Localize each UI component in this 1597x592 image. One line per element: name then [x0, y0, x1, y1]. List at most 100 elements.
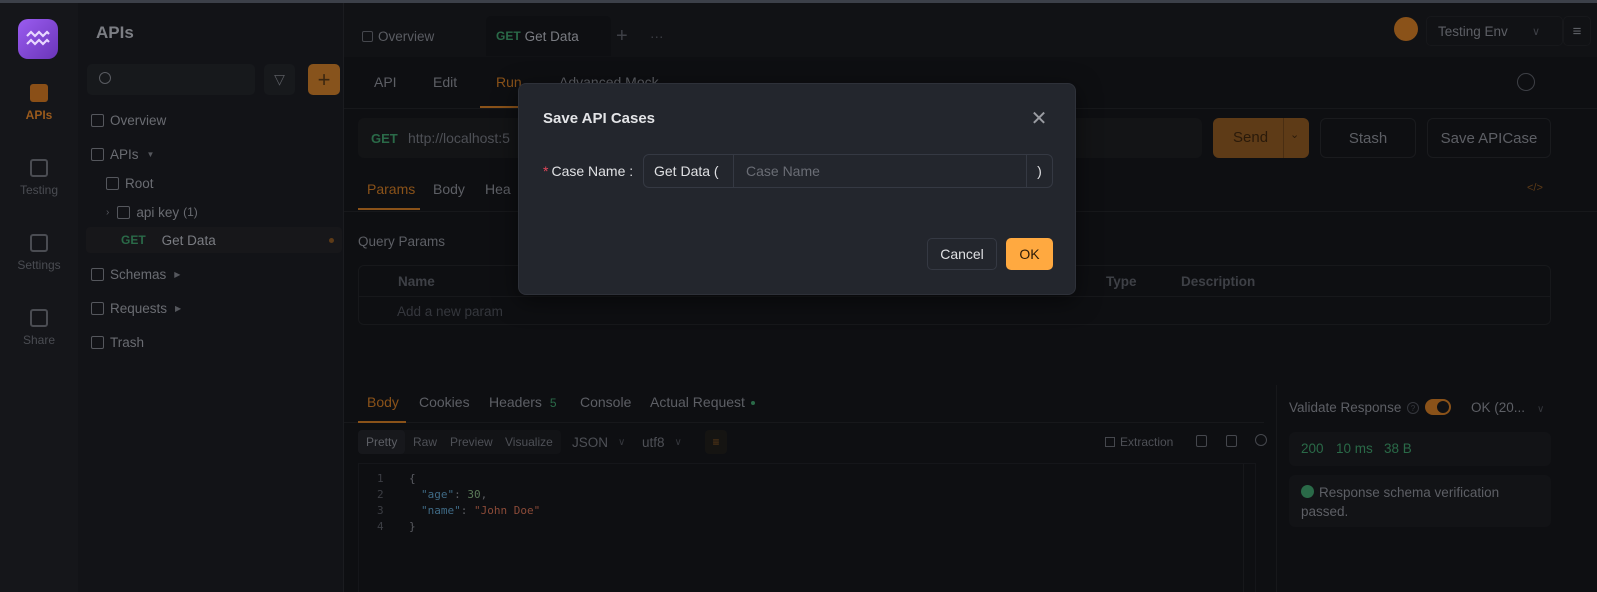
response-size: 38 B: [1384, 441, 1412, 456]
case-name-label: * Case Name :: [543, 163, 634, 179]
view-preview[interactable]: Preview: [442, 430, 501, 454]
response-time: 10 ms: [1336, 441, 1373, 456]
sidebar-item-root[interactable]: Root: [78, 170, 344, 196]
close-button[interactable]: ✕: [1027, 106, 1051, 130]
resptab-console[interactable]: Console: [580, 394, 631, 410]
plus-icon: +: [317, 66, 331, 92]
send-button[interactable]: Send ⌄: [1213, 118, 1309, 158]
reqtab-params[interactable]: Params: [367, 181, 415, 197]
sidebar-item-overview[interactable]: Overview: [78, 107, 344, 133]
response-body-editor[interactable]: 1 2 3 4 { "age": 30, "name": "John Doe" …: [358, 463, 1256, 592]
validate-panel: Validate Response ? OK (20... ∨ 200 10 ms…: [1276, 385, 1597, 592]
extraction-icon: [1105, 437, 1115, 447]
validate-toggle[interactable]: [1425, 399, 1451, 415]
add-param-input[interactable]: Add a new param: [397, 304, 503, 319]
sync-icon[interactable]: [1394, 17, 1418, 41]
caret-down-icon: ▼: [146, 149, 155, 159]
chevron-down-icon: ∨: [674, 436, 682, 448]
subtab-api[interactable]: API: [374, 74, 397, 90]
view-pretty[interactable]: Pretty: [358, 430, 406, 454]
dialog-title: Save API Cases: [543, 110, 656, 127]
status-select[interactable]: OK (20... ∨: [1471, 400, 1544, 415]
schemas-icon: [91, 267, 104, 281]
chevron-down-icon: ∨: [618, 436, 626, 448]
sidebar-item-requests[interactable]: Requests ▶: [78, 295, 344, 321]
rail-item-testing[interactable]: Testing: [0, 159, 78, 197]
reqtab-body[interactable]: Body: [433, 181, 465, 197]
active-reqtab-indicator: [358, 208, 420, 210]
apis-folder-icon: [91, 147, 104, 161]
view-raw[interactable]: Raw: [405, 430, 445, 454]
nav-rail: APIs Testing Settings Share: [0, 3, 78, 592]
cancel-button[interactable]: Cancel: [927, 238, 997, 270]
stash-button[interactable]: Stash: [1320, 118, 1416, 158]
overview-icon: [91, 113, 104, 127]
active-subtab-indicator: [480, 106, 520, 108]
url-input[interactable]: http://localhost:5: [408, 130, 510, 146]
overview-icon: [362, 30, 373, 42]
ok-button[interactable]: OK: [1006, 238, 1053, 270]
subtab-edit[interactable]: Edit: [433, 74, 457, 90]
resptab-cookies[interactable]: Cookies: [419, 394, 470, 410]
query-params-label: Query Params: [358, 234, 446, 249]
status-dot: [750, 401, 755, 406]
filter-button[interactable]: ▽: [264, 64, 295, 95]
app-logo: [18, 19, 58, 59]
env-select[interactable]: Testing Env ∨: [1426, 16, 1563, 46]
sidebar-item-trash[interactable]: Trash: [78, 329, 344, 355]
view-visualize[interactable]: Visualize: [497, 430, 561, 454]
search-icon[interactable]: [1255, 434, 1267, 446]
requests-icon: [91, 301, 104, 315]
status-code: 200: [1301, 441, 1324, 456]
chevron-down-icon: ∨: [1532, 25, 1541, 38]
chevron-right-icon: ›: [106, 206, 110, 218]
wrap-icon[interactable]: ≡: [705, 430, 727, 454]
send-dropdown-icon[interactable]: ⌄: [1290, 128, 1299, 141]
caret-right-icon: ▶: [174, 269, 181, 279]
extraction-button[interactable]: Extraction: [1097, 430, 1181, 454]
filter-icon: ▽: [274, 71, 285, 87]
new-tab-button[interactable]: +: [616, 16, 628, 56]
sidebar-item-apis[interactable]: APIs ▼: [78, 141, 344, 167]
share-icon: [30, 309, 48, 327]
resptab-body[interactable]: Body: [367, 394, 399, 410]
case-name-input-group: Get Data ( ): [643, 154, 1053, 188]
save-apicase-button[interactable]: Save APICase: [1427, 118, 1551, 158]
required-marker: *: [543, 163, 549, 179]
response-meta: 200 10 ms 38 B: [1289, 432, 1551, 466]
add-button[interactable]: +: [308, 64, 340, 95]
rail-item-settings[interactable]: Settings: [0, 234, 78, 272]
editor-scrollbar[interactable]: [1243, 464, 1257, 592]
encoding-select[interactable]: utf8 ∨: [634, 430, 690, 454]
folder-icon: [117, 205, 131, 219]
headers-count-badge: 5: [549, 396, 557, 410]
col-description: Description: [1181, 274, 1256, 289]
sidebar-item-schemas[interactable]: Schemas ▶: [78, 261, 344, 287]
save-api-cases-dialog: Save API Cases ✕ * Case Name : Get Data (…: [518, 83, 1076, 295]
rail-item-share[interactable]: Share: [0, 309, 78, 347]
resptab-headers[interactable]: Headers 5: [489, 394, 557, 410]
download-icon[interactable]: [1196, 435, 1207, 447]
sidebar-item-get-data[interactable]: GET Get Data: [86, 227, 342, 253]
menu-button[interactable]: ≡: [1563, 16, 1591, 46]
case-name-suffix: ): [1026, 155, 1052, 187]
case-name-prefix: Get Data (: [644, 155, 734, 187]
rail-item-apis[interactable]: APIs: [0, 84, 78, 122]
sidebar: APIs ▽ + Overview APIs ▼ Root › api key …: [78, 3, 344, 592]
reqtab-headers[interactable]: Hea: [485, 181, 511, 197]
app-window: APIs Testing Settings Share APIs ▽ + Ove…: [0, 0, 1597, 592]
history-icon[interactable]: [1517, 73, 1535, 91]
tab-overview[interactable]: Overview: [362, 16, 434, 56]
case-name-input[interactable]: [734, 155, 1026, 187]
tab-get-data[interactable]: GET Get Data: [486, 16, 611, 56]
help-icon[interactable]: ?: [1407, 402, 1419, 414]
sidebar-item-api-key[interactable]: › api key (1): [78, 199, 344, 225]
copy-icon[interactable]: [1226, 435, 1237, 447]
more-tabs-button[interactable]: ···: [650, 16, 664, 56]
unsaved-dot: [329, 237, 334, 243]
apis-icon: [30, 84, 48, 102]
resptab-actual-request[interactable]: Actual Request: [650, 394, 755, 410]
sidebar-search-input[interactable]: [87, 64, 255, 95]
format-select[interactable]: JSON ∨: [564, 430, 633, 454]
code-icon[interactable]: </>: [1527, 182, 1543, 194]
